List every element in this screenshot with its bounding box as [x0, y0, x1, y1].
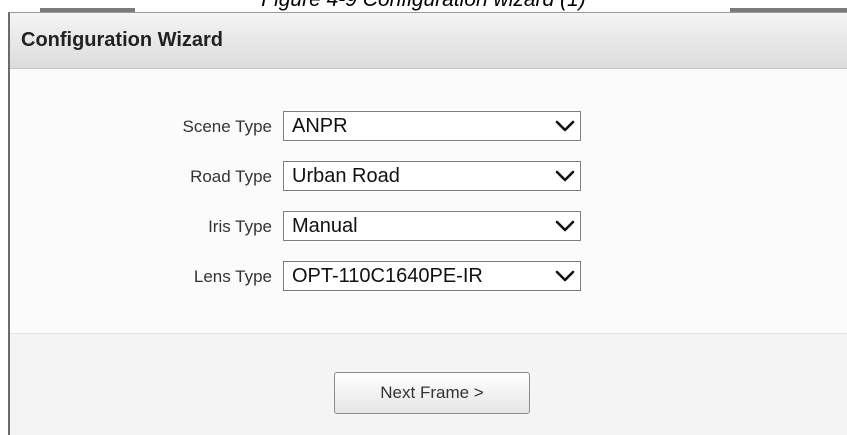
configuration-wizard-panel: Configuration Wizard Scene Type ANPR Roa…	[8, 12, 847, 435]
road-type-value: Urban Road	[292, 165, 400, 187]
figure-caption-strip: Figure 4-9 Configuration wizard (1)	[0, 0, 847, 12]
iris-type-row: Iris Type Manual	[10, 211, 847, 243]
panel-title: Configuration Wizard	[21, 29, 224, 51]
chevron-down-icon	[555, 170, 575, 182]
chevron-down-icon	[555, 220, 575, 232]
panel-header: Configuration Wizard	[10, 13, 847, 69]
next-frame-button[interactable]: Next Frame >	[334, 372, 530, 414]
scene-type-value: ANPR	[292, 115, 348, 137]
wizard-form: Scene Type ANPR Road Type Urban Road Iri…	[10, 69, 847, 333]
lens-type-label: Lens Type	[193, 267, 272, 286]
scene-type-row: Scene Type ANPR	[10, 111, 847, 143]
scene-type-label: Scene Type	[182, 117, 272, 136]
lens-type-select[interactable]: OPT-110C1640PE-IR	[283, 261, 581, 291]
iris-type-value: Manual	[292, 215, 358, 237]
chevron-down-icon	[555, 120, 575, 132]
iris-type-select[interactable]: Manual	[283, 211, 581, 241]
scene-type-select[interactable]: ANPR	[283, 111, 581, 141]
lens-type-row: Lens Type OPT-110C1640PE-IR	[10, 261, 847, 293]
iris-type-label: Iris Type	[208, 217, 272, 236]
lens-type-value: OPT-110C1640PE-IR	[292, 265, 483, 287]
road-type-select[interactable]: Urban Road	[283, 161, 581, 191]
road-type-label: Road Type	[190, 167, 272, 186]
road-type-row: Road Type Urban Road	[10, 161, 847, 193]
wizard-footer: Next Frame >	[10, 333, 847, 435]
chevron-down-icon	[555, 270, 575, 282]
